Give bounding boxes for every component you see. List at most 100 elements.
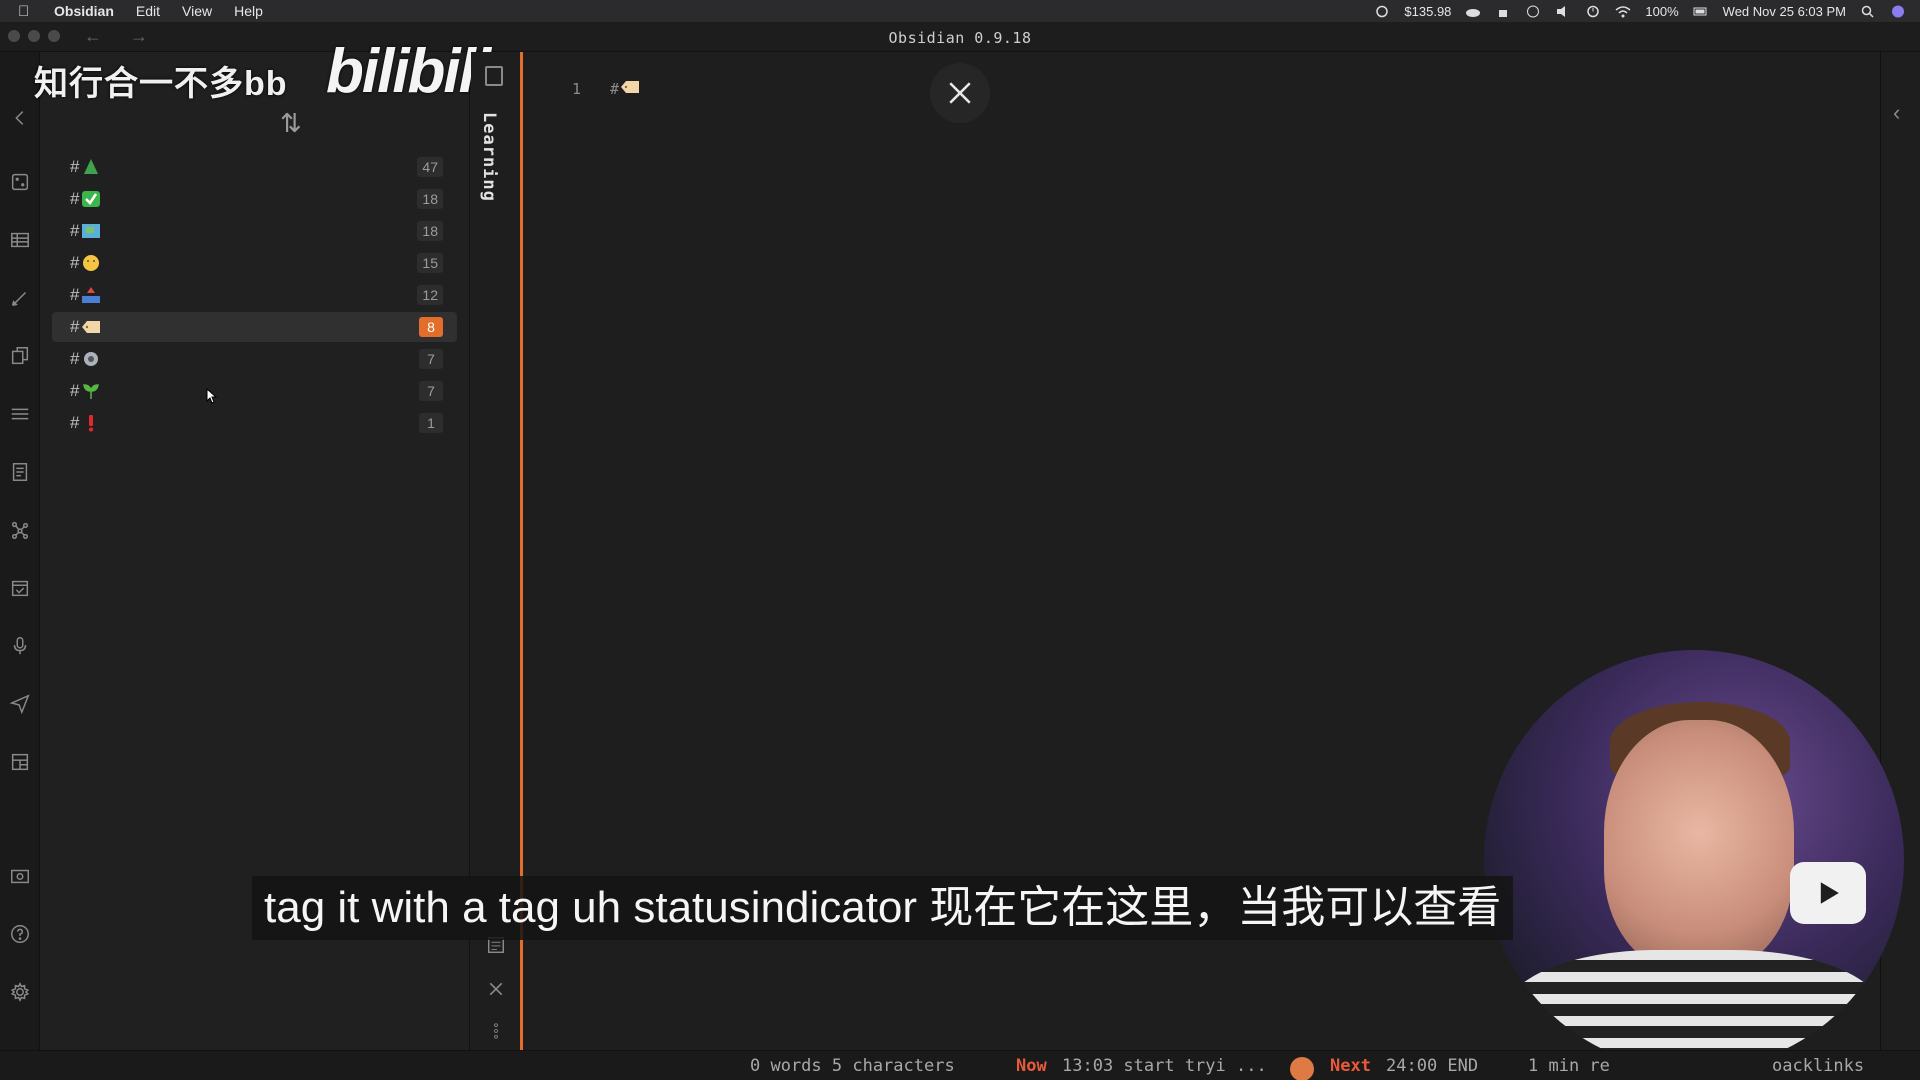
wifi-icon[interactable] (1615, 5, 1631, 18)
tag-count: 8 (419, 317, 443, 337)
close-icon (949, 82, 971, 104)
tag-label: # (70, 381, 101, 401)
hamburger-menu-icon[interactable] (8, 402, 32, 426)
tag-count: 7 (419, 381, 443, 401)
next-task[interactable]: 24:00 END (1386, 1056, 1478, 1076)
send-paper-plane-icon[interactable] (8, 692, 32, 716)
calendar-check-icon[interactable] (8, 576, 32, 600)
battery-icon[interactable] (1693, 5, 1709, 18)
editor-line[interactable]: # (610, 78, 641, 100)
tag-item[interactable]: # 18 (52, 216, 457, 246)
tag-label: # (70, 221, 101, 241)
tag-count: 15 (417, 253, 443, 273)
template-grid-icon[interactable] (8, 750, 32, 774)
window-title-bar: ← → Obsidian 0.9.18 (0, 22, 1920, 52)
close-overlay-button[interactable] (930, 63, 990, 123)
next-label: Next (1330, 1056, 1371, 1076)
apple-icon[interactable]:  (18, 3, 38, 20)
tag-label: # (70, 253, 101, 273)
vault-switcher-icon[interactable] (8, 864, 32, 888)
document-list-icon[interactable] (8, 460, 32, 484)
stock-ticker-icon[interactable] (1374, 5, 1390, 18)
presenter-face (1604, 720, 1794, 970)
mouse-cursor-icon (206, 388, 218, 404)
tag-label: # (70, 349, 101, 369)
tag-label: # (70, 157, 101, 177)
status-bar: 0 words 5 characters Now 13:03 start try… (0, 1050, 1920, 1080)
stock-price[interactable]: $135.98 (1404, 4, 1451, 19)
battery-percent: 100% (1645, 3, 1679, 19)
label-tag-icon (81, 318, 101, 336)
tag-item[interactable]: # 7 (52, 376, 457, 406)
menu-help[interactable]: Help (234, 3, 263, 19)
tag-item[interactable]: # 15 (52, 248, 457, 278)
graph-view-icon[interactable] (8, 518, 32, 542)
settings-gear-icon[interactable] (8, 980, 32, 1004)
tag-count: 47 (417, 157, 443, 177)
tag-count: 12 (417, 285, 443, 305)
tag-count: 7 (419, 349, 443, 369)
globe-icon[interactable] (1525, 5, 1541, 18)
exclamation-icon (81, 414, 101, 432)
read-time: 1 min re (1528, 1056, 1610, 1076)
tag-item[interactable]: # 12 (52, 280, 457, 310)
menu-app-name[interactable]: Obsidian (54, 3, 114, 19)
map-icon (81, 222, 101, 240)
face-icon (81, 254, 101, 272)
tag-label: # (70, 317, 101, 337)
tag-count: 1 (419, 413, 443, 433)
siri-icon[interactable] (1890, 5, 1906, 18)
check-mark-button-icon (81, 190, 101, 208)
label-tag-icon (619, 78, 641, 100)
tag-item-selected[interactable]: # 8 (52, 312, 457, 342)
play-icon (1820, 882, 1839, 904)
tag-label: # (70, 189, 101, 209)
tag-item[interactable]: # 1 (52, 408, 457, 438)
tag-item[interactable]: # 18 (52, 184, 457, 214)
tag-item[interactable]: # 7 (52, 344, 457, 374)
backlinks-count[interactable]: oacklinks (1772, 1056, 1864, 1076)
now-task[interactable]: 13:03 start tryi ... (1062, 1056, 1267, 1076)
seedling-icon (81, 382, 101, 400)
timer-dot-icon[interactable] (1290, 1057, 1314, 1080)
inbox-tray-icon (81, 286, 101, 304)
window-title: Obsidian 0.9.18 (888, 29, 1032, 47)
copy-files-icon[interactable] (8, 344, 32, 368)
macos-menu-bar:  Obsidian Edit View Help $135.98 100% W… (0, 0, 1920, 22)
bilibili-logo: bilibili (326, 37, 491, 106)
bilibili-play-badge[interactable] (1790, 862, 1866, 924)
tag-count: 18 (417, 221, 443, 241)
webcam-overlay (1484, 650, 1904, 1070)
tag-count: 18 (417, 189, 443, 209)
tree-icon (81, 158, 101, 176)
gear-icon (81, 350, 101, 368)
menu-view[interactable]: View (182, 3, 212, 19)
menubar-clock[interactable]: Wed Nov 25 6:03 PM (1723, 4, 1846, 19)
spotlight-search-icon[interactable] (1860, 5, 1876, 18)
more-options-icon[interactable] (485, 1020, 507, 1042)
pencil-icon[interactable] (8, 286, 32, 310)
tag-item[interactable]: # 47 (52, 152, 457, 182)
file-icon[interactable] (485, 66, 503, 86)
dice-random-note-icon[interactable] (8, 170, 32, 194)
microphone-icon[interactable] (8, 634, 32, 658)
expand-right-sidebar-icon[interactable]: ‹ (1893, 100, 1900, 126)
menu-edit[interactable]: Edit (136, 3, 160, 19)
word-count: 0 words 5 characters (750, 1056, 955, 1076)
sort-arrows-icon[interactable]: ⇅ (280, 108, 302, 139)
time-machine-icon[interactable] (1585, 5, 1601, 18)
help-icon[interactable] (8, 922, 32, 946)
volume-icon[interactable] (1555, 5, 1571, 18)
cloud-icon[interactable] (1465, 5, 1481, 18)
lock-icon[interactable] (1495, 5, 1511, 18)
tag-label: # (70, 413, 101, 433)
now-label: Now (1016, 1056, 1047, 1076)
hash-prefix: # (610, 80, 620, 98)
line-number: 1 (572, 80, 582, 98)
table-icon[interactable] (8, 228, 32, 252)
tab-learning[interactable]: Learning (479, 112, 499, 202)
tag-label: # (70, 285, 101, 305)
collapse-sidebar-icon[interactable] (8, 106, 32, 130)
video-subtitle: tag it with a tag uh statusindicator 现在它… (252, 876, 1514, 940)
close-pane-icon[interactable] (485, 978, 507, 1000)
